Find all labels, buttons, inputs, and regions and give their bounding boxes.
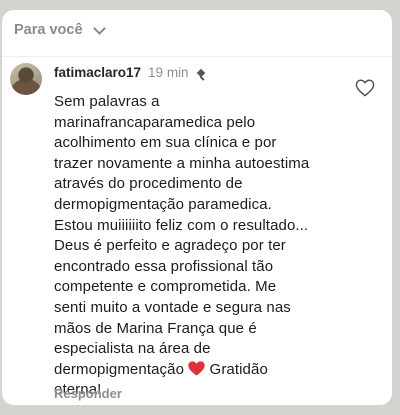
comment-text-main: Sem palavras a marinafrancaparamedica pe… [54,93,310,378]
reply-button[interactable]: Responder [54,386,122,401]
username[interactable]: fatimaclaro17 [54,65,141,80]
header-divider [2,56,392,57]
chevron-down-icon [92,21,106,35]
comment-text: Sem palavras a marinafrancaparamedica pe… [54,92,346,401]
comment-card: Para você fatimaclaro17 19 min Sem palav… [2,10,392,405]
red-heart-emoji-icon [188,361,205,376]
timestamp: 19 min [148,65,189,80]
pin-icon [196,68,205,77]
comment-meta: fatimaclaro17 19 min [54,65,205,80]
heart-outline-icon[interactable] [355,79,375,97]
feed-filter-dropdown[interactable]: Para você [14,21,106,38]
feed-filter-label: Para você [14,22,83,38]
avatar[interactable] [10,63,42,95]
